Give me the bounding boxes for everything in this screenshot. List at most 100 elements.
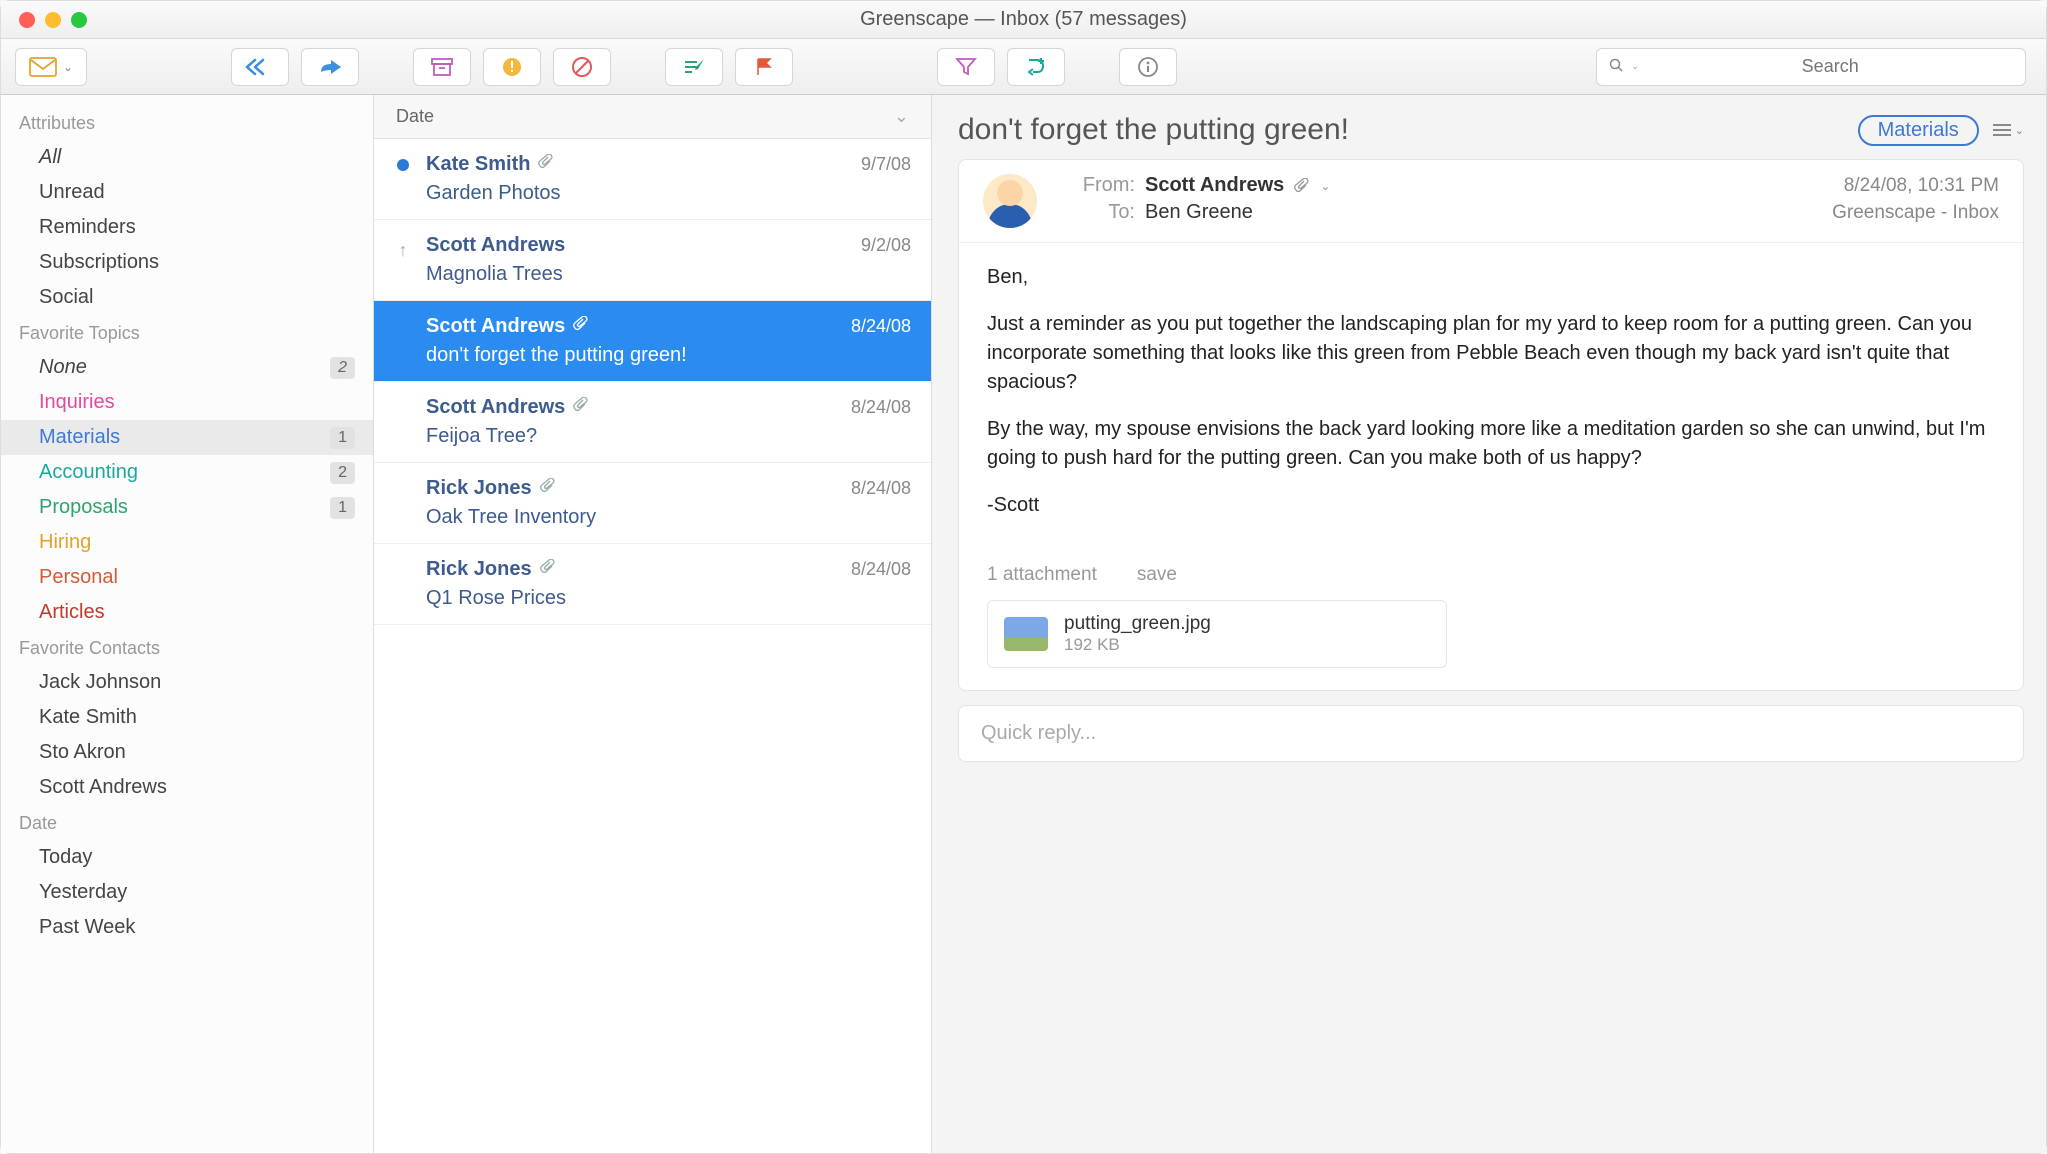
reading-header: don't forget the putting green! Material… bbox=[958, 109, 2024, 159]
filter-button[interactable] bbox=[937, 48, 995, 86]
chevron-down-icon: ⌄ bbox=[1631, 61, 1639, 72]
titlebar: Greenscape — Inbox (57 messages) bbox=[1, 1, 2046, 39]
sidebar-item-label: Scott Andrews bbox=[39, 776, 167, 799]
block-icon bbox=[571, 56, 593, 78]
compose-button[interactable] bbox=[665, 48, 723, 86]
sidebar-item[interactable]: Materials 1 bbox=[1, 420, 373, 455]
sidebar-item-label: Yesterday bbox=[39, 881, 127, 904]
route-icon bbox=[1025, 56, 1047, 78]
view-options-button[interactable]: ⌄ bbox=[1993, 123, 2024, 137]
flag-button[interactable] bbox=[735, 48, 793, 86]
attachment-bar: 1 attachment save bbox=[959, 558, 2023, 596]
mark-spam-button[interactable] bbox=[483, 48, 541, 86]
zoom-window-button[interactable] bbox=[71, 12, 87, 28]
row-indicator bbox=[394, 315, 412, 321]
block-button[interactable] bbox=[553, 48, 611, 86]
sidebar-item[interactable]: Articles bbox=[1, 595, 373, 630]
sidebar-item[interactable]: All bbox=[1, 140, 373, 175]
info-button[interactable] bbox=[1119, 48, 1177, 86]
close-window-button[interactable] bbox=[19, 12, 35, 28]
message-row[interactable]: Scott Andrews8/24/08don't forget the put… bbox=[374, 301, 931, 382]
message-card: From: Scott Andrews ⌄ 8/24/08, 10:31 PM … bbox=[958, 159, 2024, 691]
search-input[interactable] bbox=[1647, 56, 2013, 77]
message-subject: Magnolia Trees bbox=[426, 263, 911, 286]
sidebar-item[interactable]: Inquiries bbox=[1, 385, 373, 420]
attachment-count: 1 attachment bbox=[987, 564, 1097, 586]
sidebar-item[interactable]: Unread bbox=[1, 175, 373, 210]
search-field[interactable]: ⌄ bbox=[1596, 48, 2026, 86]
sidebar-item-label: Sto Akron bbox=[39, 741, 126, 764]
sidebar-item[interactable]: Proposals1 bbox=[1, 490, 373, 525]
sidebar: Attributes AllUnreadRemindersSubscriptio… bbox=[1, 95, 374, 1153]
sidebar-item[interactable]: Today bbox=[1, 840, 373, 875]
minimize-window-button[interactable] bbox=[45, 12, 61, 28]
sidebar-item-label: Personal bbox=[39, 566, 118, 589]
to-value[interactable]: Ben Greene bbox=[1145, 201, 1253, 224]
body-paragraph: -Scott bbox=[987, 491, 1995, 520]
count-badge: 2 bbox=[330, 462, 355, 484]
unread-dot-icon bbox=[397, 159, 409, 171]
message-list-header[interactable]: Date ⌄ bbox=[374, 95, 931, 139]
sidebar-section-header: Favorite Contacts bbox=[1, 630, 373, 665]
sidebar-item[interactable]: Accounting2 bbox=[1, 455, 373, 490]
reply-all-button[interactable] bbox=[231, 48, 289, 86]
sidebar-item[interactable]: Social bbox=[1, 280, 373, 315]
sidebar-item[interactable]: Jack Johnson bbox=[1, 665, 373, 700]
message-date: 9/2/08 bbox=[861, 235, 911, 256]
info-icon bbox=[1137, 56, 1159, 78]
sidebar-item-label: Social bbox=[39, 286, 93, 309]
search-icon bbox=[1609, 58, 1623, 75]
message-row[interactable]: Kate Smith9/7/08Garden Photos bbox=[374, 139, 931, 220]
main-layout: Attributes AllUnreadRemindersSubscriptio… bbox=[1, 95, 2046, 1153]
count-badge: 1 bbox=[330, 427, 355, 449]
envelope-icon bbox=[29, 57, 57, 77]
toolbar: ⌄ ⌄ bbox=[1, 39, 2046, 95]
attachment-thumbnail bbox=[1004, 617, 1048, 651]
message-date: 8/24/08 bbox=[851, 397, 911, 418]
message-row[interactable]: Scott Andrews8/24/08Feijoa Tree? bbox=[374, 382, 931, 463]
message-row[interactable]: ↑ Scott Andrews 9/2/08 Magnolia Trees bbox=[374, 220, 931, 301]
attachment-icon bbox=[1294, 178, 1310, 194]
mailbox-dropdown-button[interactable]: ⌄ bbox=[15, 48, 87, 86]
message-subject: Feijoa Tree? bbox=[426, 425, 911, 448]
smart-filter-button[interactable] bbox=[1007, 48, 1065, 86]
attachment-icon bbox=[540, 478, 556, 499]
sidebar-item-label: Subscriptions bbox=[39, 251, 159, 274]
message-row[interactable]: Rick Jones8/24/08Q1 Rose Prices bbox=[374, 544, 931, 625]
attachment-item[interactable]: putting_green.jpg 192 KB bbox=[987, 600, 1447, 668]
sidebar-item-label: Reminders bbox=[39, 216, 136, 239]
body-paragraph: Just a reminder as you put together the … bbox=[987, 310, 1995, 397]
sidebar-item[interactable]: Sto Akron bbox=[1, 735, 373, 770]
save-attachment-button[interactable]: save bbox=[1137, 564, 1177, 586]
chevron-down-icon[interactable]: ⌄ bbox=[1320, 179, 1330, 193]
sidebar-item[interactable]: None2 bbox=[1, 350, 373, 385]
forward-button[interactable] bbox=[301, 48, 359, 86]
forward-icon bbox=[317, 58, 343, 76]
chevron-down-icon: ⌄ bbox=[63, 60, 73, 74]
sidebar-item[interactable]: Scott Andrews bbox=[1, 770, 373, 805]
sidebar-item-label: Today bbox=[39, 846, 92, 869]
sidebar-item[interactable]: Kate Smith bbox=[1, 700, 373, 735]
quick-reply-input[interactable] bbox=[981, 722, 2001, 745]
sender-name: Scott Andrews bbox=[426, 315, 565, 338]
row-indicator: ↑ bbox=[394, 234, 412, 261]
message-envelope: From: Scott Andrews ⌄ 8/24/08, 10:31 PM … bbox=[959, 160, 2023, 243]
sidebar-item[interactable]: Reminders bbox=[1, 210, 373, 245]
row-indicator bbox=[394, 558, 412, 564]
sidebar-item[interactable]: Hiring bbox=[1, 525, 373, 560]
from-value[interactable]: Scott Andrews bbox=[1145, 174, 1284, 197]
sidebar-item-label: Materials bbox=[39, 426, 120, 449]
archive-button[interactable] bbox=[413, 48, 471, 86]
sidebar-item[interactable]: Past Week bbox=[1, 910, 373, 945]
sender-name: Scott Andrews bbox=[426, 234, 565, 257]
row-indicator bbox=[394, 153, 412, 171]
sidebar-item[interactable]: Yesterday bbox=[1, 875, 373, 910]
sidebar-item[interactable]: Personal bbox=[1, 560, 373, 595]
body-paragraph: Ben, bbox=[987, 263, 1995, 292]
avatar bbox=[983, 174, 1037, 228]
sidebar-item[interactable]: Subscriptions bbox=[1, 245, 373, 280]
message-timestamp: 8/24/08, 10:31 PM bbox=[1844, 175, 1999, 197]
topic-tag[interactable]: Materials bbox=[1858, 115, 1979, 146]
message-row[interactable]: Rick Jones8/24/08Oak Tree Inventory bbox=[374, 463, 931, 544]
quick-reply[interactable] bbox=[958, 705, 2024, 762]
